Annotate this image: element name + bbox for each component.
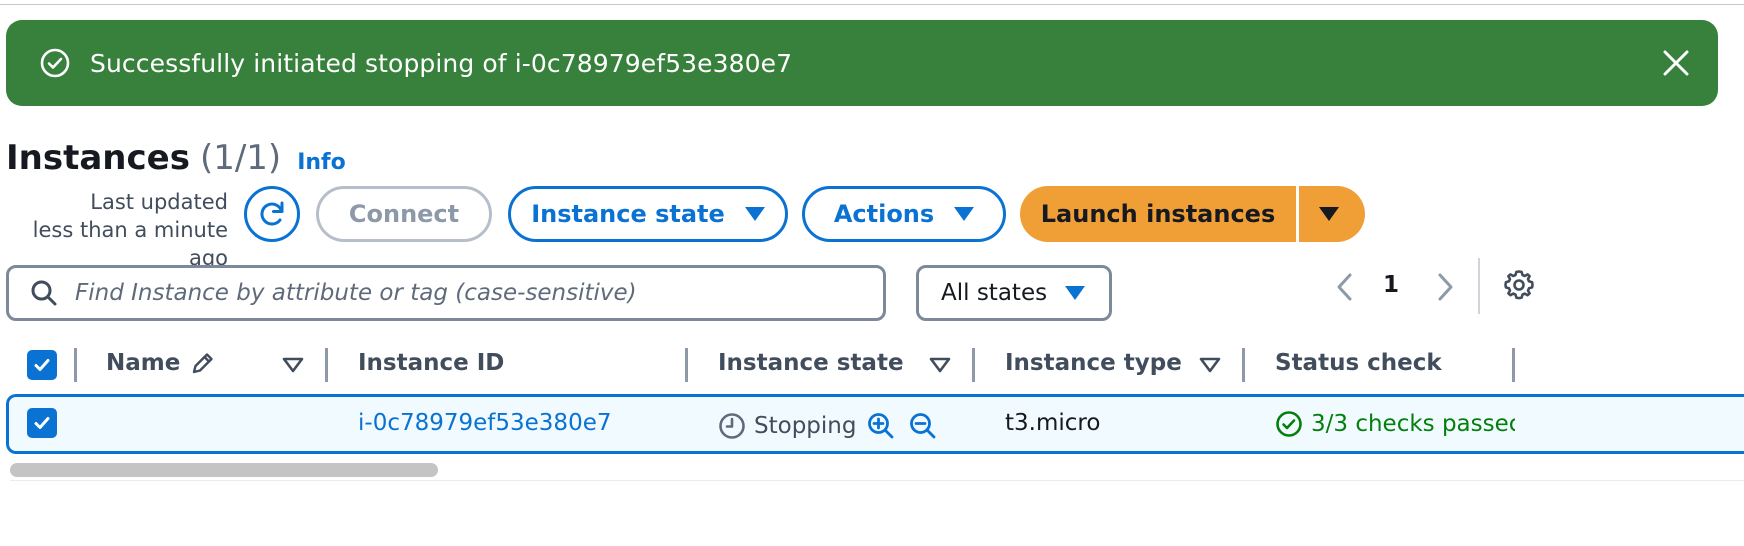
column-header-instance-state[interactable]: Instance state [718, 350, 904, 376]
chevron-right-icon [1430, 270, 1460, 304]
column-header-status-check-label: Status check [1275, 350, 1442, 376]
cell-instance-type: t3.micro [1005, 410, 1101, 436]
launch-instances-label: Launch instances [1040, 200, 1276, 228]
caret-down-icon [1319, 207, 1339, 221]
search-box [6, 265, 886, 321]
row-select-checkbox[interactable] [27, 408, 57, 438]
status-check-value: 3/3 checks passec [1311, 411, 1515, 437]
column-header-instance-type[interactable]: Instance type [1005, 350, 1182, 376]
instance-id-link[interactable]: i-0c78979ef53e380e7 [358, 410, 611, 436]
cell-instance-state: Stopping [718, 411, 938, 441]
column-header-instance-state-label: Instance state [718, 350, 904, 376]
table-settings-button[interactable] [1502, 268, 1536, 302]
caret-down-icon [1065, 286, 1086, 300]
zoom-in-icon[interactable] [866, 411, 896, 441]
pagination-divider [1478, 258, 1480, 314]
column-header-name-label: Name [106, 350, 181, 376]
column-header-status-check[interactable]: Status check [1275, 350, 1442, 376]
clock-icon [718, 412, 746, 440]
checkmark-icon [32, 413, 52, 433]
next-page-button[interactable] [1430, 270, 1460, 304]
instance-state-label: Instance state [531, 200, 725, 228]
last-updated-text: Last updated less than a minute ago [6, 188, 228, 272]
search-icon [29, 278, 59, 308]
state-filter-value: All states [941, 280, 1048, 306]
column-header-instance-id[interactable]: Instance ID [358, 350, 504, 376]
last-updated-line2: less than a minute ago [32, 218, 228, 270]
sort-caret-icon[interactable] [282, 357, 304, 373]
instance-count: (1/1) [199, 138, 282, 178]
cell-status-check: 3/3 checks passec [1275, 410, 1515, 438]
column-divider [74, 348, 77, 382]
caret-down-icon [744, 207, 765, 221]
success-flash-banner: Successfully initiated stopping of i-0c7… [6, 20, 1718, 106]
connect-button[interactable]: Connect [316, 186, 492, 242]
refresh-icon [255, 197, 289, 231]
actions-label: Actions [833, 200, 935, 228]
current-page-number[interactable]: 1 [1383, 272, 1399, 298]
sort-caret-icon[interactable] [1199, 357, 1221, 373]
column-header-instance-type-label: Instance type [1005, 350, 1182, 376]
table-bottom-divider [10, 480, 1744, 481]
refresh-button[interactable] [244, 186, 300, 242]
page-title: Instances [6, 138, 190, 178]
instance-state-value: Stopping [754, 413, 857, 439]
column-divider [325, 348, 328, 382]
gear-icon [1502, 268, 1536, 302]
success-check-icon [38, 46, 72, 80]
zoom-out-icon[interactable] [908, 411, 938, 441]
close-icon[interactable] [1660, 47, 1692, 79]
state-filter-select[interactable]: All states [916, 265, 1112, 321]
sort-caret-icon[interactable] [929, 357, 951, 373]
column-divider [1242, 348, 1245, 382]
last-updated-line1: Last updated [90, 190, 228, 214]
caret-down-icon [954, 207, 975, 221]
column-header-instance-id-label: Instance ID [358, 350, 505, 376]
pencil-icon [190, 350, 216, 376]
column-divider [972, 348, 975, 382]
actions-button[interactable]: Actions [802, 186, 1006, 242]
column-divider [685, 348, 688, 382]
launch-dropdown-button[interactable] [1299, 186, 1365, 242]
page-header: Instances (1/1) Info [6, 138, 346, 178]
checkmark-icon [32, 355, 52, 375]
column-header-name[interactable]: Name [106, 350, 216, 376]
instance-state-button[interactable]: Instance state [508, 186, 788, 242]
info-link[interactable]: Info [297, 150, 346, 175]
select-all-checkbox[interactable] [27, 350, 57, 380]
launch-instances-button[interactable]: Launch instances [1020, 186, 1296, 242]
horizontal-scrollbar-thumb[interactable] [10, 463, 438, 477]
flash-message: Successfully initiated stopping of i-0c7… [90, 48, 793, 78]
launch-instances-split-button: Launch instances [1020, 186, 1365, 242]
top-divider [0, 4, 1744, 5]
previous-page-button[interactable] [1330, 270, 1360, 304]
status-check-icon [1275, 410, 1303, 438]
column-divider [1512, 348, 1515, 382]
connect-label: Connect [348, 200, 460, 228]
search-input[interactable] [75, 280, 855, 306]
chevron-left-icon [1330, 270, 1360, 304]
